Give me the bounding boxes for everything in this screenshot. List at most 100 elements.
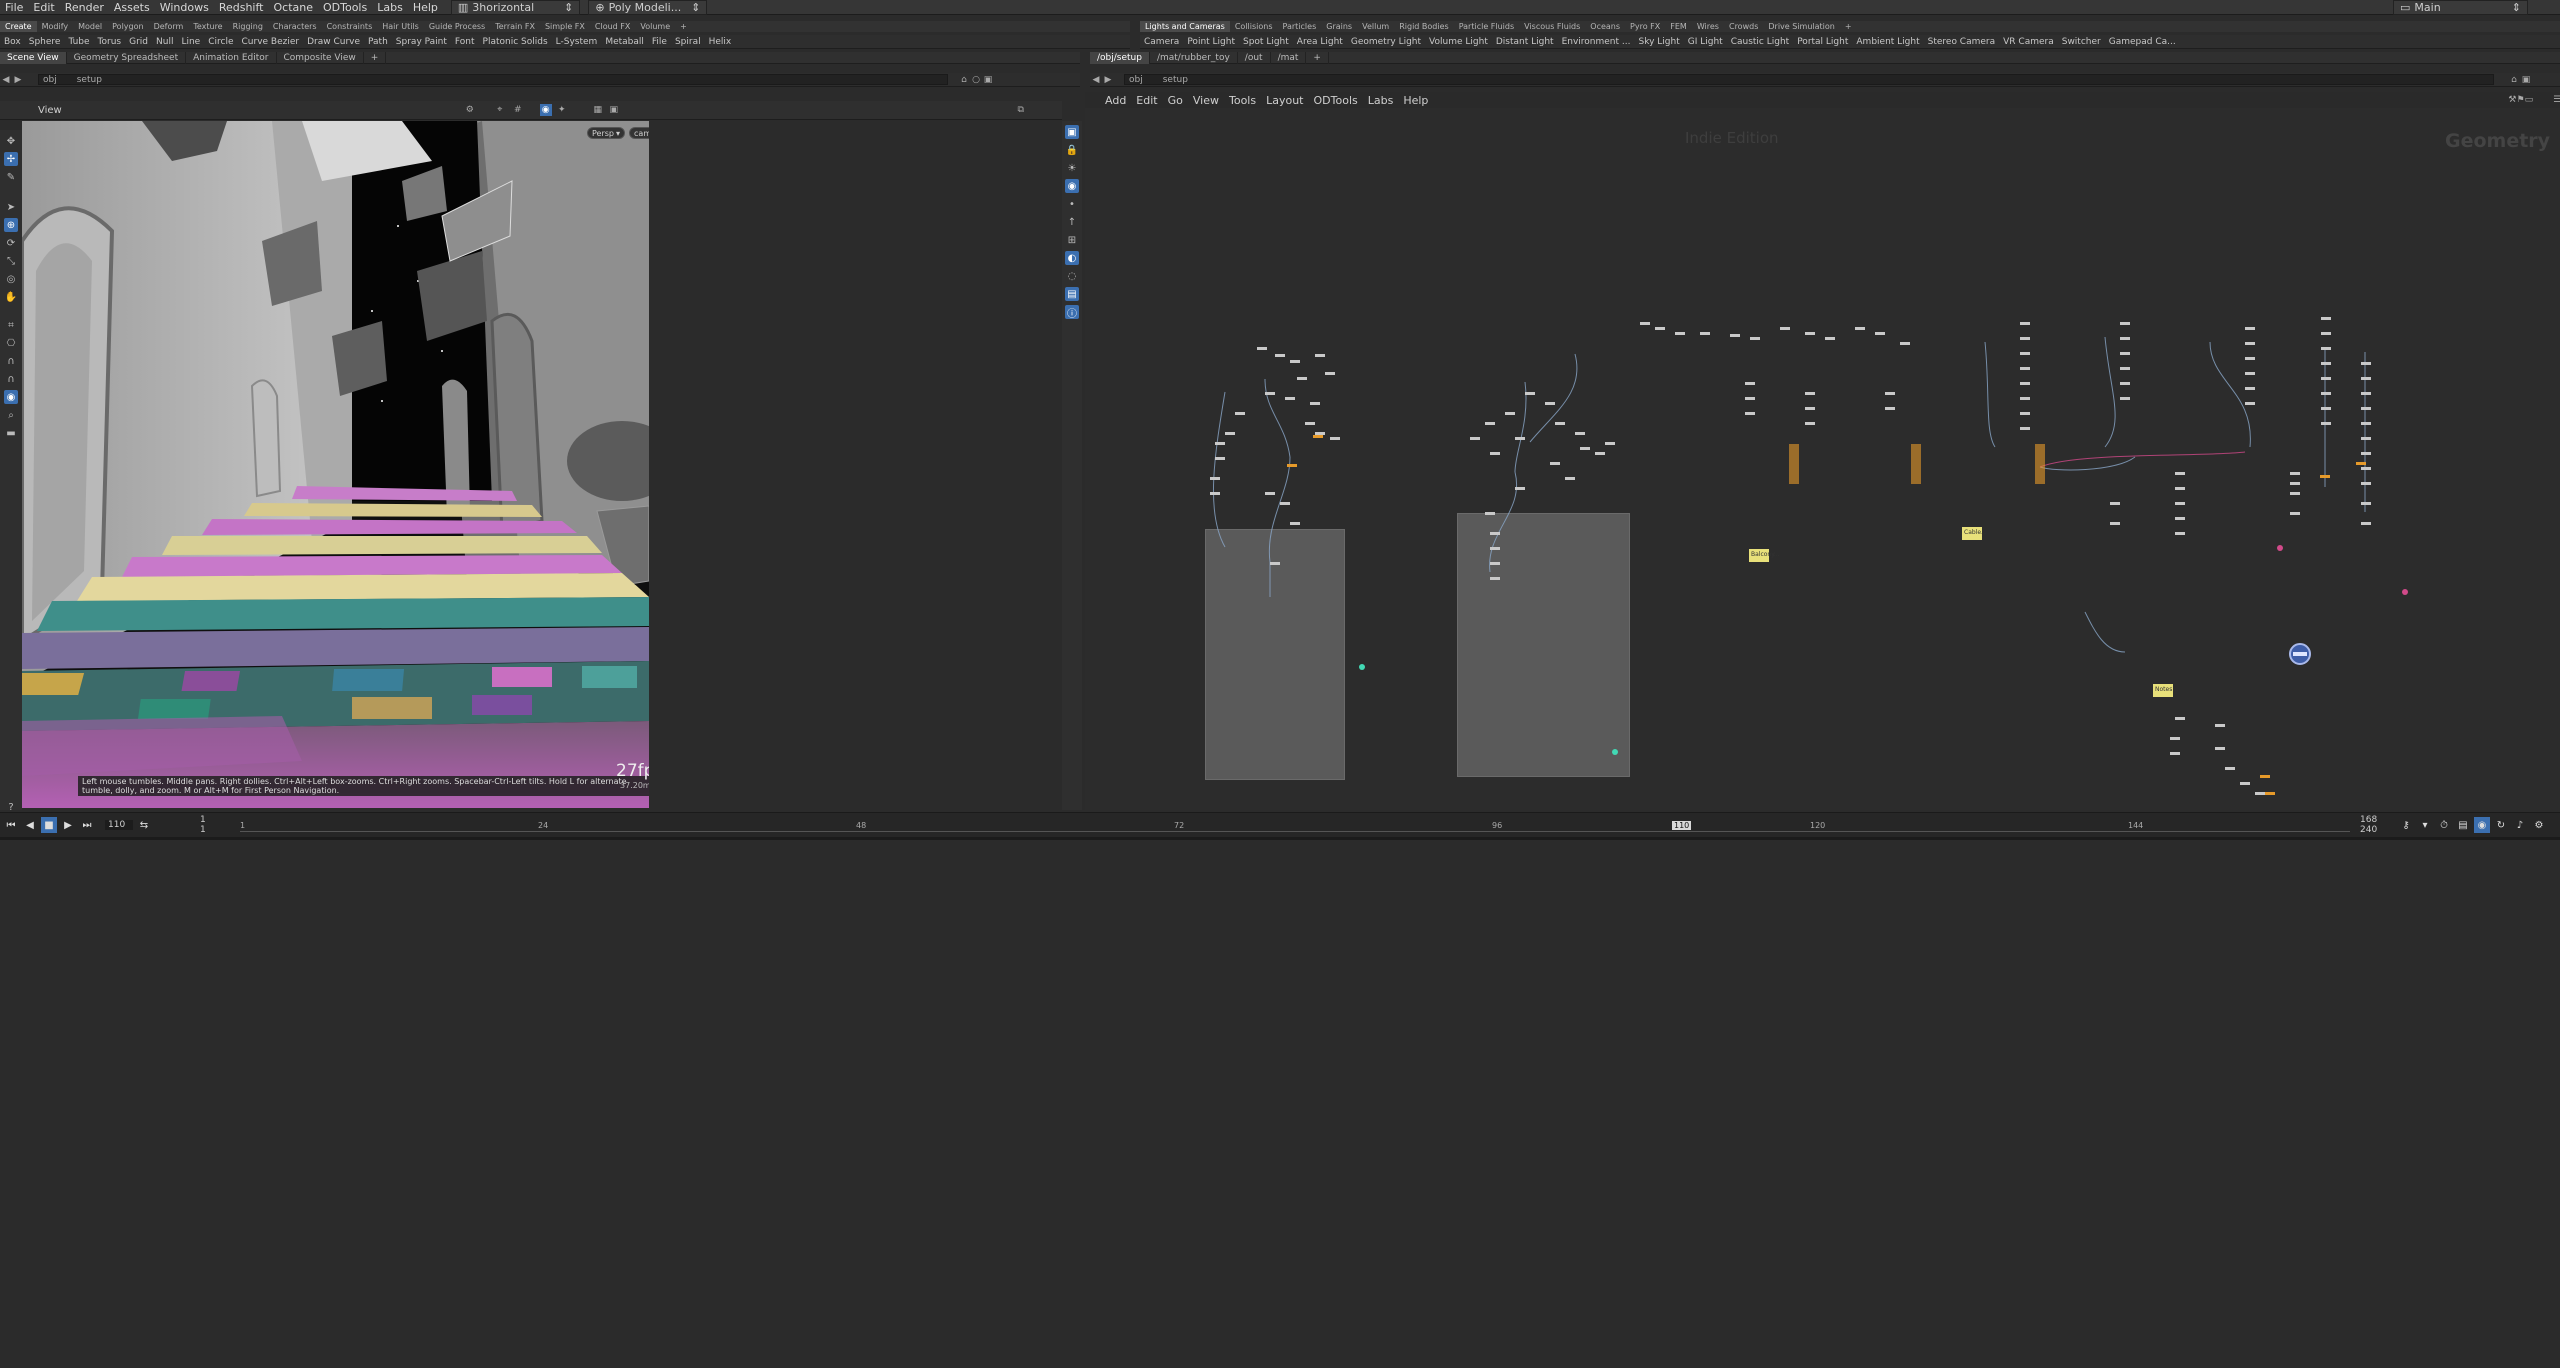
add-shelf-icon[interactable]: + — [1840, 21, 1857, 32]
shelf-tab[interactable]: Model — [73, 21, 107, 32]
tool-l-system[interactable]: L-System — [552, 35, 602, 49]
shelf-tab[interactable]: Rigging — [228, 21, 268, 32]
layer-icon[interactable]: ▤ — [2455, 817, 2471, 833]
audio-icon[interactable]: ♪ — [2512, 817, 2528, 833]
menu-redshift[interactable]: Redshift — [214, 0, 269, 15]
wireframe-icon[interactable]: ▦ — [592, 104, 604, 116]
render-region-icon[interactable]: ▬ — [4, 426, 18, 440]
tool-environment[interactable]: Environment ... — [1558, 35, 1635, 49]
back-arrow-icon[interactable]: ◀ — [1090, 74, 1102, 86]
eye-tool-icon[interactable]: ◉ — [4, 390, 18, 404]
add-tab-icon[interactable]: + — [364, 51, 387, 64]
play-icon[interactable]: ▶ — [60, 817, 76, 833]
camera-menu[interactable]: cam1 ▾ — [629, 127, 649, 139]
left-path-field[interactable]: obj setup — [38, 74, 948, 85]
tab-scene-view[interactable]: Scene View — [0, 51, 67, 64]
shelf-tab[interactable]: Vellum — [1357, 21, 1394, 32]
camera-icon[interactable]: ◉ — [539, 104, 552, 116]
tool-portal-light[interactable]: Portal Light — [1793, 35, 1852, 49]
shelf-tab[interactable]: Crowds — [1724, 21, 1763, 32]
forward-arrow-icon[interactable]: ▶ — [12, 74, 24, 86]
link-icon[interactable]: ○ — [970, 74, 982, 86]
forward-arrow-icon[interactable]: ▶ — [1102, 74, 1114, 86]
shelf-tab[interactable]: Collisions — [1230, 21, 1278, 32]
workspace-selector[interactable]: ⊕ Poly Modeli... ⇕ — [588, 0, 708, 15]
handle-tool-icon[interactable]: ◎ — [4, 272, 18, 286]
menu-assets[interactable]: Assets — [109, 0, 155, 15]
snap-icon[interactable]: ⌖ — [494, 104, 506, 116]
tab-composite-view[interactable]: Composite View — [277, 51, 364, 64]
network-editor[interactable]: Add Edit Go View Tools Layout ODTools La… — [1085, 92, 2560, 810]
pin-icon[interactable]: ⌂ — [958, 74, 970, 86]
tool-distant-light[interactable]: Distant Light — [1492, 35, 1558, 49]
select-tool-icon[interactable]: ✥ — [4, 134, 18, 148]
shelf-tab-lights-and-cameras[interactable]: Lights and Cameras — [1140, 21, 1230, 32]
magnet-tool-icon[interactable]: ∩ — [4, 354, 18, 368]
tool-circle[interactable]: Circle — [204, 35, 237, 49]
menu-help[interactable]: Help — [408, 0, 443, 15]
tool-sky-light[interactable]: Sky Light — [1634, 35, 1683, 49]
ghost-display-icon[interactable]: ◌ — [1065, 269, 1079, 283]
tool-font[interactable]: Font — [451, 35, 479, 49]
shelf-tab[interactable]: Volume — [635, 21, 675, 32]
keyframe-step-icon[interactable]: ⇆ — [136, 817, 152, 833]
shelf-tab[interactable]: Cloud FX — [590, 21, 635, 32]
tool-point-light[interactable]: Point Light — [1183, 35, 1239, 49]
normal-display-icon[interactable]: ↑ — [1065, 215, 1079, 229]
path-segment[interactable]: obj — [43, 75, 57, 85]
scale-tool-icon[interactable]: ⤡ — [4, 254, 18, 268]
sync-icon[interactable]: ◉ — [2474, 817, 2490, 833]
loop-icon[interactable]: ↻ — [2493, 817, 2509, 833]
tool-torus[interactable]: Torus — [94, 35, 126, 49]
path-segment[interactable]: setup — [1163, 75, 1188, 85]
menu-octane[interactable]: Octane — [268, 0, 318, 15]
tool-switcher[interactable]: Switcher — [2058, 35, 2105, 49]
shelf-tab[interactable]: Constraints — [322, 21, 378, 32]
add-shelf-icon[interactable]: + — [675, 21, 692, 32]
shelf-tab[interactable]: Particle Fluids — [1454, 21, 1519, 32]
step-back-icon[interactable]: ◀ — [22, 817, 38, 833]
tool-area-light[interactable]: Area Light — [1293, 35, 1347, 49]
shelf-tab[interactable]: Characters — [268, 21, 322, 32]
settings-icon[interactable]: ⚙ — [2531, 817, 2547, 833]
translate-tool-icon[interactable]: ⊕ — [4, 218, 18, 232]
menu-file[interactable]: File — [0, 0, 28, 15]
tool-vr-camera[interactable]: VR Camera — [1999, 35, 2058, 49]
grid-icon[interactable]: # — [512, 104, 524, 116]
light-display-icon[interactable]: ☀ — [1065, 161, 1079, 175]
tool-stereo-camera[interactable]: Stereo Camera — [1924, 35, 2000, 49]
shelf-tab[interactable]: Rigid Bodies — [1394, 21, 1453, 32]
view-tool-icon[interactable]: ⎔ — [4, 336, 18, 350]
current-frame-field[interactable]: 110 — [105, 820, 133, 830]
shelf-tab[interactable]: Viscous Fluids — [1519, 21, 1585, 32]
shaded-icon[interactable]: ▣ — [608, 104, 620, 116]
tool-gamepad-camera[interactable]: Gamepad Ca... — [2105, 35, 2180, 49]
tool-caustic-light[interactable]: Caustic Light — [1727, 35, 1794, 49]
search-tool-icon[interactable]: ⌕ — [4, 408, 18, 422]
timeline-ruler[interactable]: 1 24 48 72 96 110 120 144 — [240, 820, 2350, 832]
shelf-tab[interactable]: Wires — [1692, 21, 1724, 32]
shelf-tab[interactable]: Grains — [1321, 21, 1357, 32]
current-frame-marker[interactable]: 110 — [1672, 821, 1692, 830]
frame-range-end-sub[interactable]: 240 — [2360, 825, 2377, 835]
tool-null[interactable]: Null — [152, 35, 177, 49]
menu-labs[interactable]: Labs — [372, 0, 408, 15]
shelf-tab[interactable]: Texture — [188, 21, 227, 32]
right-path-field[interactable]: obj setup — [1124, 74, 2494, 85]
tab-obj-setup[interactable]: /obj/setup — [1090, 51, 1150, 64]
frame-range-start[interactable]: 1 — [200, 815, 206, 825]
key-icon[interactable]: ⚷ — [2398, 817, 2414, 833]
tool-metaball[interactable]: Metaball — [601, 35, 648, 49]
rotate-tool-icon[interactable]: ⟳ — [4, 236, 18, 250]
realtime-icon[interactable]: ⏱ — [2436, 817, 2452, 833]
frame-range-end[interactable]: 168 — [2360, 815, 2377, 825]
back-arrow-icon[interactable]: ◀ — [0, 74, 12, 86]
menu-edit[interactable]: Edit — [28, 0, 59, 15]
move-tool-icon[interactable]: ✢ — [4, 152, 18, 166]
shelf-tab[interactable]: Particles — [1278, 21, 1322, 32]
menu-odtools[interactable]: ODTools — [318, 0, 372, 15]
pane-menu-icon[interactable]: ▣ — [2520, 74, 2532, 86]
tool-helix[interactable]: Helix — [705, 35, 736, 49]
tool-sphere[interactable]: Sphere — [25, 35, 65, 49]
desktop-selector[interactable]: ▥ 3horizontal ⇕ — [450, 0, 581, 15]
